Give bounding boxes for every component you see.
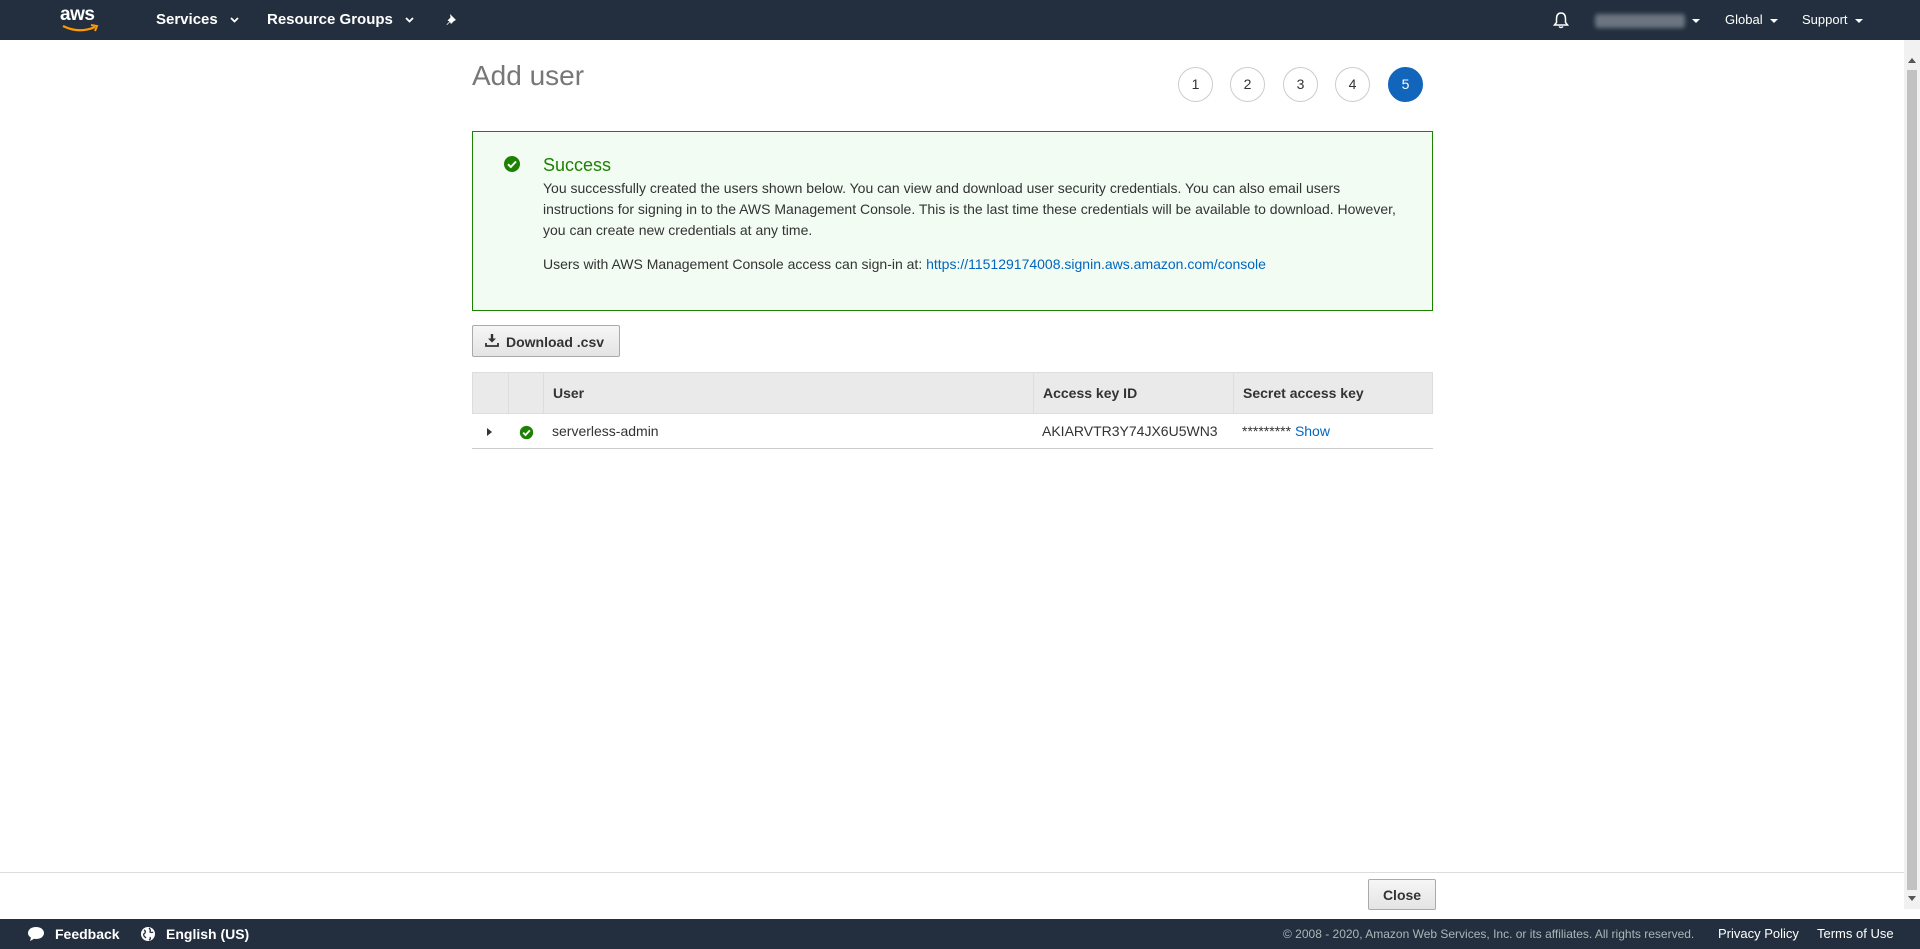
caret-down-icon bbox=[1854, 18, 1863, 23]
feedback-label: Feedback bbox=[55, 926, 120, 942]
bell-icon bbox=[1552, 12, 1570, 29]
support-label: Support bbox=[1802, 12, 1848, 27]
caret-right-icon bbox=[487, 428, 492, 437]
show-secret-link[interactable]: Show bbox=[1295, 423, 1330, 439]
alert-title: Success bbox=[543, 155, 612, 175]
globe-icon bbox=[141, 927, 155, 941]
language-label: English (US) bbox=[166, 926, 250, 942]
aws-smile-icon bbox=[62, 24, 99, 32]
chevron-down-icon bbox=[405, 17, 414, 23]
action-bar-divider bbox=[0, 872, 1904, 873]
signin-url-link[interactable]: https://115129174008.signin.aws.amazon.c… bbox=[926, 256, 1266, 272]
user-column-header[interactable]: User bbox=[544, 373, 1034, 413]
copyright-text: © 2008 - 2020, Amazon Web Services, Inc.… bbox=[1283, 927, 1695, 941]
aws-logo-text: aws bbox=[60, 4, 95, 25]
scroll-thumb[interactable] bbox=[1907, 70, 1917, 890]
download-icon bbox=[485, 334, 499, 347]
table-header: User Access key ID Secret access key bbox=[472, 372, 1433, 414]
row-status bbox=[519, 414, 534, 448]
download-csv-button[interactable]: Download .csv bbox=[472, 325, 620, 357]
pin-icon bbox=[446, 14, 456, 26]
users-table: User Access key ID Secret access key ser… bbox=[472, 372, 1433, 449]
secret-key-cell: ********* Show bbox=[1233, 414, 1330, 448]
step-4[interactable]: 4 bbox=[1335, 67, 1370, 102]
expand-column-header bbox=[473, 373, 509, 413]
speech-bubble-icon bbox=[28, 927, 44, 941]
scroll-up-arrow-icon[interactable] bbox=[1908, 58, 1916, 63]
expand-row-button[interactable] bbox=[486, 414, 494, 448]
services-menu[interactable]: Services bbox=[156, 0, 239, 40]
check-circle-icon bbox=[504, 156, 520, 172]
region-menu[interactable]: Global bbox=[1725, 0, 1778, 40]
resource-groups-menu[interactable]: Resource Groups bbox=[267, 0, 414, 40]
step-5-active[interactable]: 5 bbox=[1388, 67, 1423, 102]
feedback-button[interactable]: Feedback bbox=[27, 919, 120, 949]
aws-logo[interactable]: aws bbox=[60, 4, 102, 34]
access-key-cell: AKIARVTR3Y74JX6U5WN3 bbox=[1042, 423, 1218, 439]
download-csv-label: Download .csv bbox=[506, 334, 605, 350]
support-menu[interactable]: Support bbox=[1802, 0, 1863, 40]
signin-prefix: Users with AWS Management Console access… bbox=[543, 256, 923, 272]
pin-button[interactable] bbox=[445, 0, 459, 40]
step-1[interactable]: 1 bbox=[1178, 67, 1213, 102]
status-column-header bbox=[509, 373, 544, 413]
region-label: Global bbox=[1725, 12, 1763, 27]
caret-down-icon bbox=[1769, 18, 1778, 23]
terms-of-use-link[interactable]: Terms of Use bbox=[1817, 919, 1894, 949]
user-cell: serverless-admin bbox=[552, 423, 659, 439]
access-key-column-header[interactable]: Access key ID bbox=[1034, 373, 1234, 413]
secret-masked: ********* bbox=[1242, 423, 1292, 439]
scroll-down-arrow-icon[interactable] bbox=[1908, 896, 1916, 901]
console-footer: Feedback English (US) © 2008 - 2020, Ama… bbox=[0, 919, 1920, 949]
step-2[interactable]: 2 bbox=[1230, 67, 1265, 102]
notifications-button[interactable] bbox=[1552, 0, 1570, 40]
services-label: Services bbox=[156, 11, 218, 28]
account-name-redacted bbox=[1595, 13, 1685, 28]
alert-body: You successfully created the users shown… bbox=[543, 180, 1396, 238]
chevron-down-icon bbox=[230, 17, 239, 23]
resource-groups-label: Resource Groups bbox=[267, 11, 393, 28]
page-scrollbar[interactable] bbox=[1904, 40, 1920, 909]
check-circle-icon bbox=[519, 425, 534, 439]
privacy-policy-link[interactable]: Privacy Policy bbox=[1718, 919, 1799, 949]
account-menu[interactable] bbox=[1595, 0, 1700, 40]
language-selector[interactable]: English (US) bbox=[140, 919, 249, 949]
table-row: serverless-admin AKIARVTR3Y74JX6U5WN3 **… bbox=[472, 414, 1433, 449]
secret-key-column-header[interactable]: Secret access key bbox=[1234, 373, 1432, 413]
caret-down-icon bbox=[1692, 18, 1700, 23]
top-nav: aws Services Resource Groups Global Supp… bbox=[0, 0, 1920, 40]
success-alert: Success You successfully created the use… bbox=[472, 131, 1433, 311]
page-title: Add user bbox=[472, 60, 585, 91]
signin-line: Users with AWS Management Console access… bbox=[543, 256, 1266, 272]
close-label: Close bbox=[1382, 887, 1422, 903]
close-button[interactable]: Close bbox=[1368, 879, 1436, 910]
step-3[interactable]: 3 bbox=[1283, 67, 1318, 102]
